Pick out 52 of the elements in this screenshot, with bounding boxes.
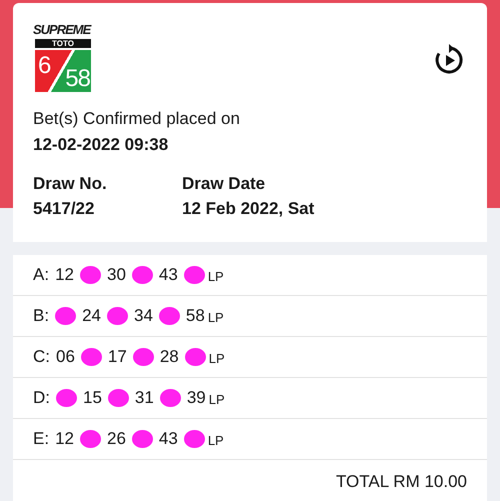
total-amount: TOTAL RM 10.00 — [336, 472, 467, 492]
redaction-mark — [184, 266, 205, 284]
bet-label: C: — [33, 347, 50, 367]
redaction-mark — [158, 307, 180, 325]
redaction-mark — [132, 266, 153, 284]
redaction-mark — [160, 389, 181, 407]
logo-number: 6 — [38, 53, 52, 79]
draw-info-label: Draw No. — [33, 173, 108, 195]
replay-icon[interactable] — [433, 44, 465, 76]
redaction-mark — [55, 307, 76, 325]
redaction-mark — [56, 389, 77, 407]
bet-number: 15 — [83, 388, 102, 408]
bet-type: LP — [208, 351, 225, 366]
confirmation-label: Bet(s) Confirmed placed on — [33, 108, 241, 130]
bet-number: 43 — [158, 265, 178, 285]
bet-number: 28 — [160, 347, 179, 367]
bet-number: 24 — [82, 306, 101, 326]
bet-number: 30 — [106, 265, 126, 285]
draw-info-label: Draw Date — [182, 173, 266, 195]
bet-number: 26 — [106, 429, 126, 449]
logo-game: TOTO — [35, 39, 91, 48]
bet-type: LP — [208, 392, 225, 407]
bet-type: LP — [208, 269, 224, 284]
bet-number: 12 — [55, 429, 74, 449]
bet-label: D: — [33, 388, 50, 408]
bet-number: 31 — [134, 388, 154, 408]
bet-number: 58 — [186, 306, 205, 326]
bet-number: 06 — [56, 347, 75, 367]
bet-type: LP — [208, 433, 224, 448]
redaction-mark — [80, 266, 101, 284]
redaction-mark — [108, 389, 129, 407]
draw-info-value: 12 Feb 2022, Sat — [182, 198, 316, 220]
redaction-mark — [184, 430, 205, 448]
bet-number: 34 — [134, 306, 153, 326]
bet-label: E: — [33, 429, 50, 449]
redaction-mark — [132, 348, 154, 366]
bet-label: A: — [33, 265, 50, 285]
bet-number: 43 — [158, 429, 178, 449]
bet-number: 17 — [108, 347, 127, 367]
redaction-mark — [80, 348, 102, 366]
bet-type: LP — [208, 310, 224, 325]
redaction-mark — [132, 430, 153, 448]
redaction-mark — [106, 307, 128, 325]
redaction-mark — [184, 348, 206, 366]
logo-brand: SUPREME — [33, 22, 92, 37]
logo-number: 58 — [65, 66, 90, 92]
draw-info-value: 5417/22 — [33, 198, 96, 220]
bet-label: B: — [33, 306, 50, 326]
redaction-mark — [80, 430, 101, 448]
confirmation-datetime: 12-02-2022 09:38 — [33, 134, 170, 156]
bet-number: 12 — [55, 265, 74, 285]
bet-number: 39 — [186, 388, 206, 408]
